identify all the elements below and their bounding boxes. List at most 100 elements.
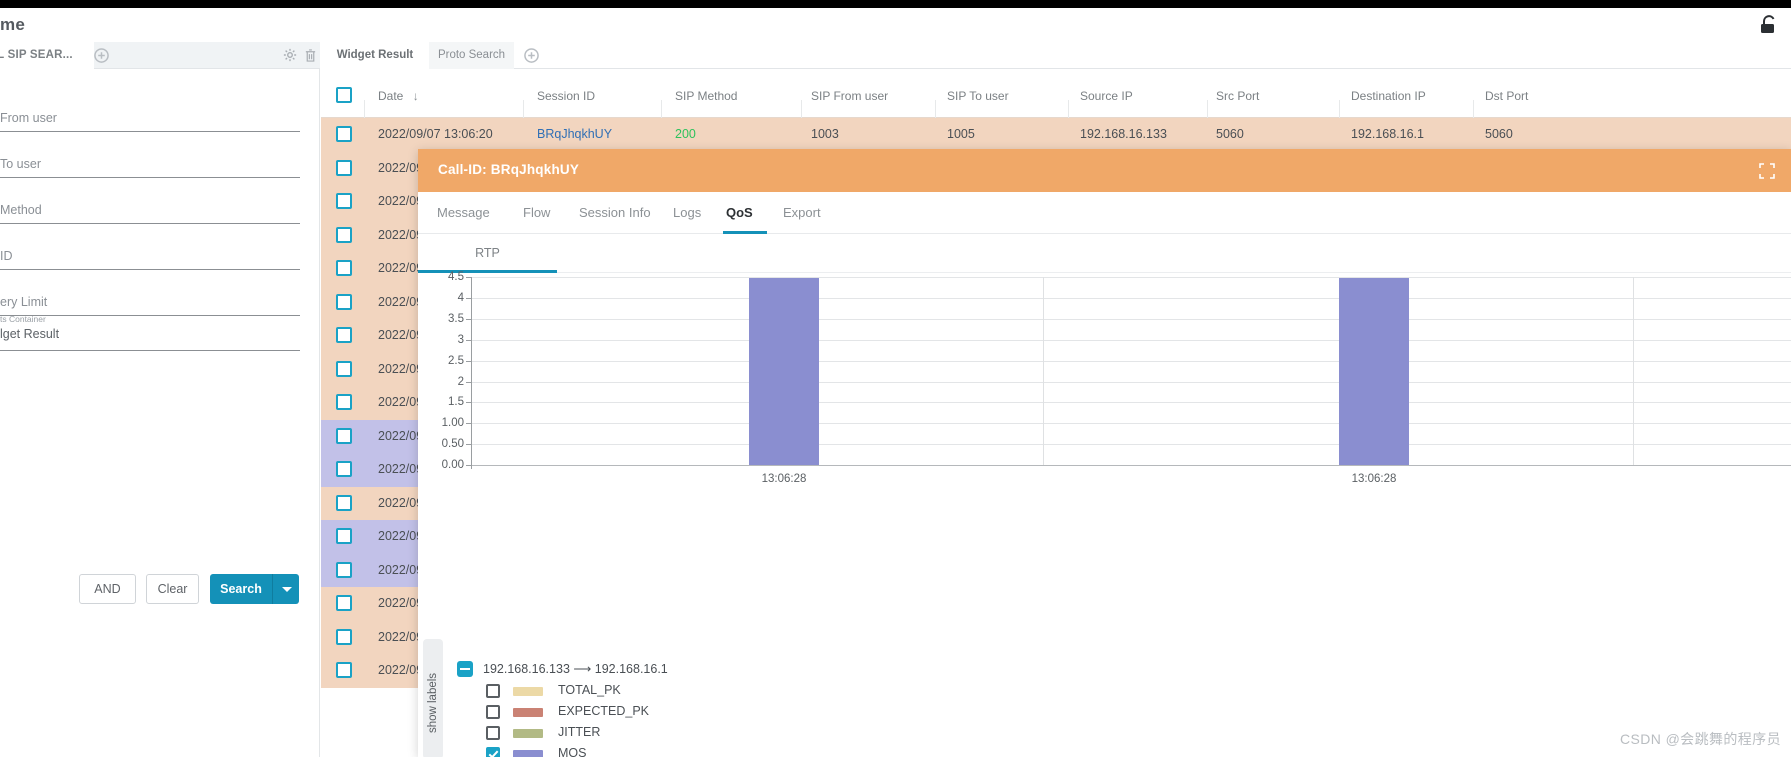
tab-proto-search[interactable]: Proto Search — [429, 42, 514, 69]
results-container-value[interactable]: lget Result — [0, 327, 59, 341]
column-header-sip-from-user[interactable]: SIP From user — [811, 89, 888, 103]
y-tick-label: 0.50 — [441, 438, 464, 451]
column-header-src-port[interactable]: Src Port — [1216, 89, 1259, 103]
y-tick-label: 1.5 — [448, 396, 464, 409]
y-tick-label: 0.00 — [441, 459, 464, 472]
left-panel-tabbar: L SIP SEAR... — [0, 42, 320, 69]
results-container-caption: ts Container — [0, 314, 46, 324]
and-button[interactable]: AND — [79, 574, 136, 604]
chevron-down-icon[interactable] — [272, 574, 299, 604]
main-tabbar: Widget Result Proto Search — [321, 42, 1791, 69]
app-title: me — [0, 15, 25, 34]
cell-destination-ip: 192.168.16.1 — [1351, 127, 1424, 141]
select-all-checkbox[interactable] — [336, 87, 352, 108]
column-header-sip-to-user[interactable]: SIP To user — [947, 89, 1009, 103]
cell-date: 2022/09/07 13:06:20 — [378, 127, 493, 141]
row-checkbox[interactable] — [336, 595, 352, 616]
cell-session-id[interactable]: BRqJhqkhUY — [537, 127, 612, 141]
app-header-bar: me — [0, 8, 1791, 42]
show-labels-toggle[interactable]: show labels — [423, 639, 443, 757]
y-tick-label: 2 — [457, 375, 464, 388]
table-row[interactable]: 2022/09/07 13:06:20 BRqJhqkhUY 200 1003 … — [321, 118, 1791, 152]
tab-export[interactable]: Export — [783, 192, 821, 234]
arrow-down-icon[interactable]: ↓ — [413, 89, 419, 103]
top-black-strip — [0, 0, 1791, 8]
row-checkbox[interactable] — [336, 662, 352, 683]
row-checkbox[interactable] — [336, 461, 352, 482]
legend-checkbox[interactable] — [486, 705, 500, 719]
main-content-area: Widget Result Proto Search Date ↓ Sessio… — [321, 42, 1791, 757]
clear-button[interactable]: Clear — [146, 574, 199, 604]
field-to-user-label: To user — [0, 157, 41, 171]
row-checkbox[interactable] — [336, 494, 352, 516]
field-method[interactable]: Method — [0, 178, 300, 224]
legend-label: MOS — [558, 746, 587, 757]
tab-qos[interactable]: QoS — [726, 192, 753, 234]
field-id-label: ID — [0, 249, 13, 263]
column-header-destination-ip[interactable]: Destination IP — [1351, 89, 1426, 103]
subtab-rtp[interactable]: RTP — [418, 234, 557, 273]
field-query-limit[interactable]: ery Limit — [0, 270, 300, 316]
row-checkbox[interactable] — [336, 360, 352, 382]
search-button[interactable]: Search — [210, 574, 272, 604]
modal-title: Call-ID: BRqJhqkhUY — [438, 162, 580, 177]
fullscreen-icon[interactable] — [1759, 163, 1775, 179]
tab-session-info[interactable]: Session Info — [579, 192, 651, 234]
row-checkbox[interactable] — [336, 427, 352, 449]
row-checkbox[interactable] — [336, 528, 352, 549]
y-tick-label: 4 — [457, 291, 464, 304]
column-header-dst-port[interactable]: Dst Port — [1485, 89, 1528, 103]
field-id[interactable]: ID — [0, 224, 300, 270]
unlock-icon[interactable] — [1757, 13, 1781, 37]
minus-square-icon[interactable] — [457, 661, 473, 677]
row-checkbox[interactable] — [336, 159, 352, 181]
rtp-qos-chart: 4.5 4 3.5 3 2.5 2 1.5 1.00 0.50 0.00 13:… — [418, 271, 1791, 523]
cell-dst-port: 5060 — [1485, 127, 1513, 141]
cell-src-port: 5060 — [1216, 127, 1244, 141]
field-to-user[interactable]: To user — [0, 132, 300, 178]
row-checkbox[interactable] — [336, 126, 352, 147]
row-checkbox[interactable] — [336, 327, 352, 348]
table-header: Date ↓ Session ID SIP Method SIP From us… — [321, 69, 1791, 145]
column-header-session-id[interactable]: Session ID — [537, 89, 595, 103]
row-checkbox[interactable] — [336, 394, 352, 415]
legend-checkbox[interactable] — [486, 684, 500, 698]
column-header-source-ip[interactable]: Source IP — [1080, 89, 1133, 103]
legend-color-swatch — [513, 687, 543, 696]
x-tick-label: 13:06:28 — [1351, 473, 1397, 485]
plus-circle-icon[interactable] — [524, 48, 539, 63]
column-header-sip-method[interactable]: SIP Method — [675, 89, 737, 103]
results-container-underline — [0, 350, 300, 351]
cell-sip-to-user: 1005 — [947, 127, 975, 141]
modal-tabbar: Message Flow Session Info Logs QoS Expor… — [418, 192, 1791, 234]
trash-icon[interactable] — [304, 48, 317, 63]
cell-source-ip: 192.168.16.133 — [1080, 127, 1167, 141]
tab-logs[interactable]: Logs — [673, 192, 701, 234]
legend-color-swatch — [513, 708, 543, 717]
tab-widget-result[interactable]: Widget Result — [321, 42, 429, 69]
row-checkbox[interactable] — [336, 193, 352, 214]
legend-label: JITTER — [558, 725, 601, 739]
column-header-date[interactable]: Date ↓ — [378, 89, 419, 103]
row-checkbox[interactable] — [336, 293, 352, 315]
row-checkbox[interactable] — [336, 628, 352, 650]
chart-bar-mos-2[interactable] — [1339, 278, 1409, 465]
legend-color-swatch — [513, 729, 543, 738]
show-labels-text: show labels — [427, 672, 439, 734]
left-search-panel: L SIP SEAR... From user To user Method I… — [0, 42, 320, 757]
tab-flow[interactable]: Flow — [523, 192, 550, 234]
y-tick-label: 1.00 — [441, 417, 464, 430]
row-checkbox[interactable] — [336, 260, 352, 281]
plus-circle-icon[interactable] — [94, 48, 109, 63]
left-panel-tab-sip-search[interactable]: L SIP SEAR... — [0, 42, 94, 69]
gear-icon[interactable] — [283, 48, 297, 62]
row-checkbox[interactable] — [336, 226, 352, 248]
tab-message[interactable]: Message — [437, 192, 490, 234]
legend-checkbox[interactable] — [486, 726, 500, 740]
legend-label: EXPECTED_PK — [558, 704, 650, 718]
row-checkbox[interactable] — [336, 561, 352, 583]
legend-checkbox[interactable] — [486, 747, 500, 757]
y-tick-label: 3 — [457, 333, 464, 346]
chart-bar-mos-1[interactable] — [749, 278, 819, 465]
field-from-user[interactable]: From user — [0, 86, 300, 132]
